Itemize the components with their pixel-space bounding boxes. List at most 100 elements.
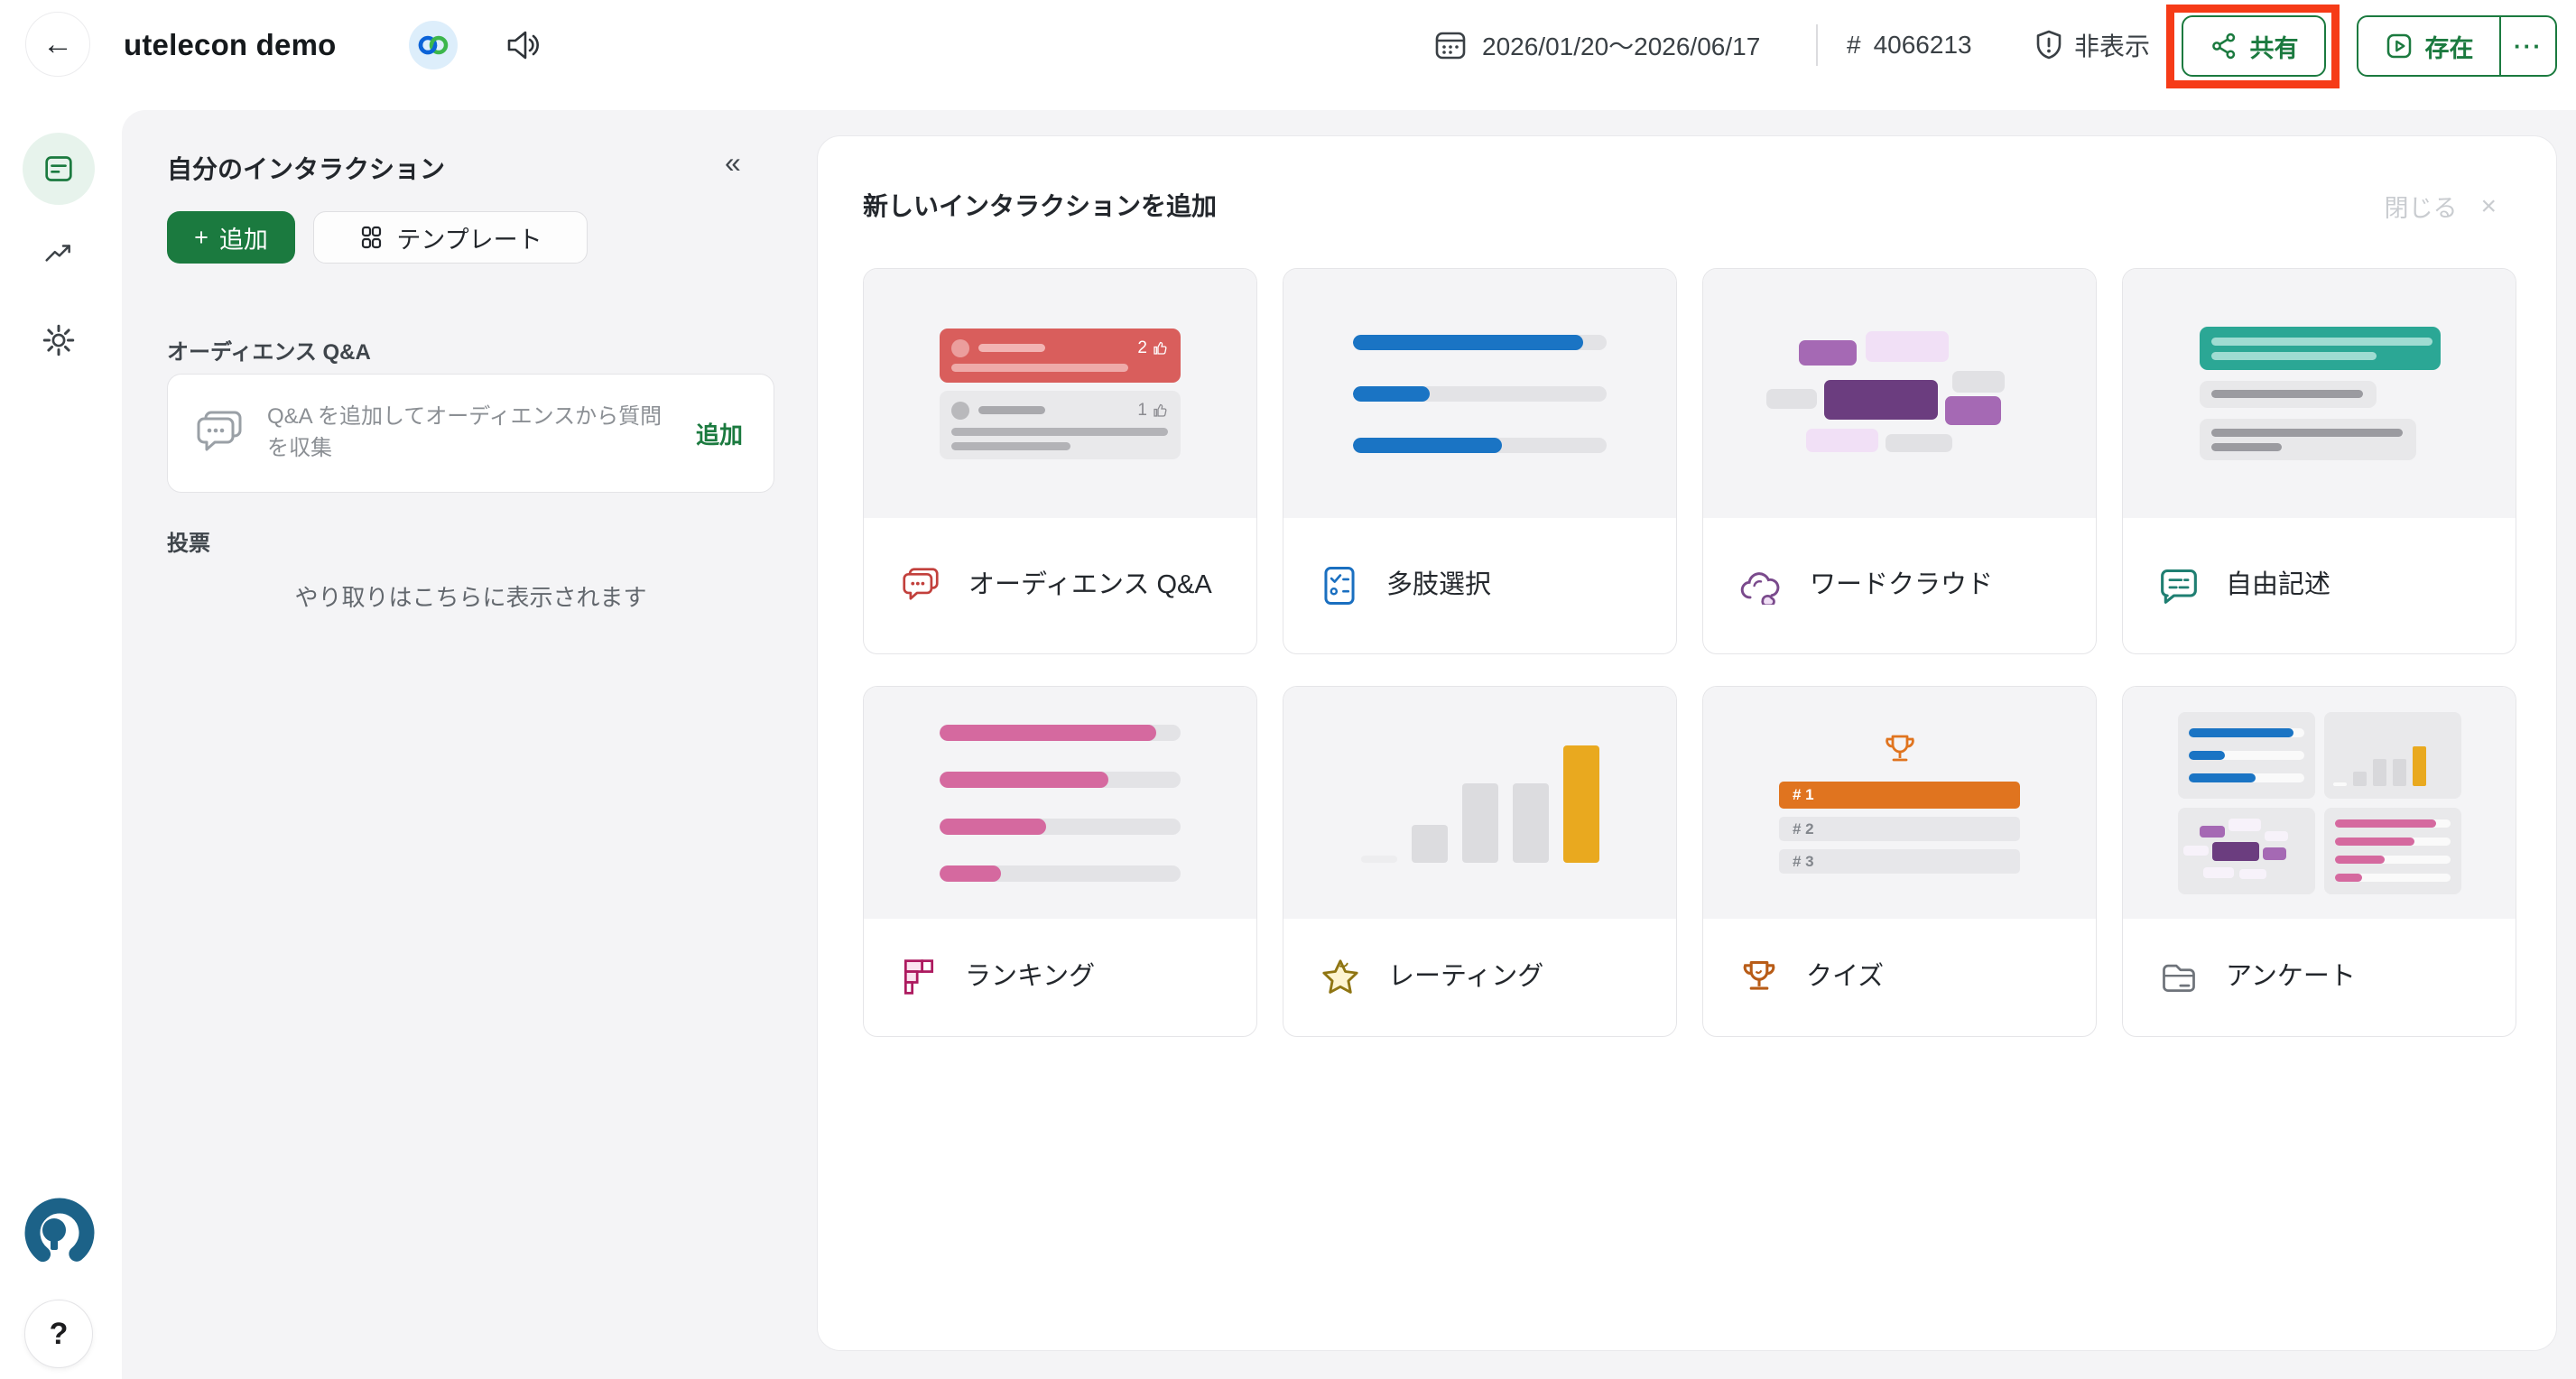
hash-icon: # [1847, 31, 1861, 60]
polls-section-label: 投票 [167, 525, 210, 557]
add-interaction-button[interactable]: + 追加 [167, 211, 295, 264]
card-label: アンケート [2226, 960, 2356, 995]
workspace-canvas: 自分のインタラクション « + 追加 テンプレート オーディエンス Q&A [122, 110, 2576, 1379]
qa-thumb-votes-top: 2 [1137, 338, 1147, 358]
announcement-button[interactable] [504, 27, 542, 63]
event-code[interactable]: # 4066213 [1847, 0, 1972, 90]
qa-empty-card: Q&A を追加してオーディエンスから質問を収集 追加 [167, 374, 774, 493]
date-range-text: 2026/01/20〜2026/06/17 [1482, 27, 1760, 63]
quiz-trophy-icon [1739, 958, 1779, 997]
ellipsis-icon: ··· [2514, 32, 2543, 60]
quiz-rank-3: # 3 [1793, 853, 1814, 871]
card-survey-thumbnail [2123, 687, 2516, 919]
card-ranking-thumbnail [864, 687, 1256, 919]
trending-icon [41, 235, 77, 271]
close-dialog-button[interactable]: 閉じる × [2384, 189, 2497, 224]
thumbs-up-icon [1153, 403, 1168, 418]
present-label: 存在 [2425, 29, 2474, 64]
help-button[interactable]: ? [24, 1300, 93, 1368]
shield-alert-icon [2033, 28, 2065, 62]
slido-logo[interactable] [20, 1193, 99, 1273]
slido-event-page: ← utelecon demo [0, 0, 2576, 1379]
survey-mini-wordcloud [2178, 808, 2315, 894]
card-label-row: クイズ [1703, 919, 2096, 1036]
close-label: 閉じる [2384, 189, 2457, 224]
event-title: utelecon demo [124, 0, 336, 90]
help-icon: ? [50, 1317, 69, 1352]
card-open-text[interactable]: 自由記述 [2122, 268, 2516, 654]
qa-chat-icon [900, 566, 941, 606]
back-button[interactable]: ← [25, 12, 90, 77]
card-audience-qa[interactable]: 2 [863, 268, 1257, 654]
open-text-icon [2159, 566, 2199, 606]
card-ranking[interactable]: ランキング [863, 686, 1257, 1037]
share-icon [2210, 32, 2238, 60]
survey-mini-rating [2324, 712, 2461, 799]
visibility-status[interactable]: 非表示 [2033, 0, 2150, 90]
collapse-panel-button[interactable]: « [725, 146, 741, 180]
present-button[interactable]: 存在 [2358, 17, 2499, 75]
card-label: 多肢選択 [1386, 569, 1491, 603]
survey-mini-ranking [2324, 808, 2461, 894]
plus-icon: + [194, 224, 208, 252]
add-interaction-dialog: 新しいインタラクションを追加 閉じる × 2 [817, 135, 2557, 1351]
card-label-row: アンケート [2123, 919, 2516, 1036]
templates-button[interactable]: テンプレート [313, 211, 588, 264]
card-label-row: 多肢選択 [1283, 518, 1676, 653]
card-label: 自由記述 [2226, 569, 2330, 603]
event-dates[interactable]: 2026/01/20〜2026/06/17 [1433, 0, 1760, 90]
qa-add-link[interactable]: 追加 [696, 417, 743, 450]
card-label-row: 自由記述 [2123, 518, 2516, 653]
header-divider [1816, 24, 1818, 66]
quiz-rank-1: # 1 [1793, 786, 1814, 804]
rail-item-analytics[interactable] [23, 217, 95, 289]
multiple-choice-icon [1320, 565, 1359, 606]
polls-empty-text: やり取りはこちらに表示されます [167, 579, 774, 613]
visibility-label: 非表示 [2074, 27, 2150, 63]
card-survey[interactable]: アンケート [2122, 686, 2516, 1037]
trophy-icon [1882, 732, 1918, 768]
qa-section-label: オーディエンス Q&A [167, 334, 371, 366]
card-quiz[interactable]: # 1 # 2 # 3 [1702, 686, 2097, 1037]
card-audience-qa-thumbnail: 2 [864, 269, 1256, 518]
card-multiple-choice-thumbnail [1283, 269, 1676, 518]
more-options-button[interactable]: ··· [2499, 17, 2555, 75]
card-label: レーティング [1388, 960, 1543, 995]
word-cloud-icon [1739, 567, 1783, 605]
webex-logo [418, 33, 449, 57]
card-label-row: ワードクラウド [1703, 518, 2096, 653]
share-label: 共有 [2250, 29, 2299, 64]
back-arrow-icon: ← [42, 27, 73, 62]
card-quiz-thumbnail: # 1 # 2 # 3 [1703, 687, 2096, 919]
card-open-text-thumbnail [2123, 269, 2516, 518]
add-label: 追加 [219, 220, 268, 255]
dialog-title: 新しいインタラクションを追加 [863, 187, 1217, 223]
grid-icon [358, 225, 384, 250]
event-code-text: 4066213 [1874, 31, 1972, 60]
ranking-icon [900, 958, 938, 997]
card-multiple-choice[interactable]: 多肢選択 [1283, 268, 1677, 654]
chat-bubbles-icon [193, 410, 246, 457]
rail-item-interactions[interactable] [23, 133, 95, 205]
card-label-row: ランキング [864, 919, 1256, 1036]
survey-mini-poll [2178, 712, 2315, 799]
survey-folder-icon [2159, 959, 2199, 995]
calendar-icon [1433, 28, 1468, 62]
webex-badge[interactable] [409, 21, 458, 69]
double-chevron-left-icon: « [725, 146, 741, 179]
card-word-cloud[interactable]: ワードクラウド [1702, 268, 2097, 654]
interaction-type-grid: 2 [863, 268, 2516, 1037]
card-label: ランキング [965, 960, 1095, 995]
card-rating[interactable]: レーティング [1283, 686, 1677, 1037]
rating-star-icon [1320, 958, 1361, 997]
present-button-group: 存在 ··· [2357, 15, 2557, 77]
panel-title: 自分のインタラクション [167, 150, 445, 186]
card-word-cloud-thumbnail [1703, 269, 2096, 518]
interactions-icon [41, 151, 77, 187]
close-icon: × [2480, 191, 2497, 222]
share-button[interactable]: 共有 [2182, 15, 2326, 77]
quiz-rank-2: # 2 [1793, 820, 1814, 838]
rail-item-settings[interactable] [23, 304, 95, 376]
card-label-row: レーティング [1283, 919, 1676, 1036]
card-label: オーディエンス Q&A [968, 569, 1212, 603]
